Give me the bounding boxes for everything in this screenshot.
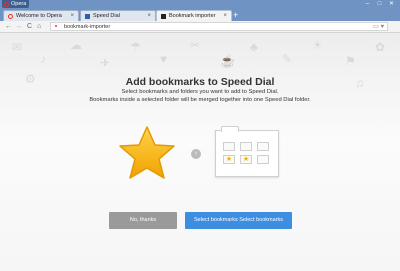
- new-tab-button[interactable]: +: [233, 11, 238, 20]
- heart-icon[interactable]: ♥: [380, 24, 384, 30]
- forward-icon[interactable]: →: [15, 22, 22, 32]
- tab-strip: Welcome to Opera × Speed Dial × Bookmark…: [0, 9, 400, 21]
- decor-icon: ♣: [250, 40, 258, 54]
- arrow-right-icon: ›: [191, 149, 201, 159]
- minimize-icon[interactable]: –: [363, 1, 372, 7]
- opera-page-icon: [55, 24, 57, 27]
- decor-icon: ♪: [40, 52, 46, 66]
- tab-label: Bookmark importer: [169, 13, 216, 19]
- star-icon: ★: [223, 155, 235, 164]
- title-bar: Opera – □ ✕: [0, 0, 400, 9]
- speed-dial-cell: [257, 155, 269, 164]
- close-icon[interactable]: ×: [70, 13, 74, 19]
- select-bookmarks-button[interactable]: Select bookmarks Select bookmarks: [185, 212, 292, 229]
- speed-dial-cell: [223, 142, 235, 151]
- tab-bookmark-importer[interactable]: Bookmark importer ×: [156, 10, 232, 21]
- opera-icon: [8, 13, 13, 19]
- decor-icon: ✈: [100, 56, 111, 70]
- close-window-icon[interactable]: ✕: [387, 1, 396, 7]
- decor-icon: ☕: [220, 54, 235, 68]
- maximize-icon[interactable]: □: [375, 1, 384, 7]
- page-subtitle-detail: Bookmarks inside a selected folder will …: [89, 97, 311, 103]
- bookmark-star-icon: [119, 126, 175, 179]
- page-subtitle: Select bookmarks and folders you want to…: [121, 89, 279, 95]
- decor-icon: ☂: [130, 40, 141, 54]
- opera-menu-label: Opera: [11, 1, 27, 7]
- decor-icon: ✿: [375, 40, 386, 54]
- speed-dial-cell: [240, 142, 252, 151]
- decor-icon: ☀: [312, 38, 323, 52]
- decor-icon: ✂: [190, 38, 201, 52]
- no-thanks-button[interactable]: No, thanks: [109, 212, 177, 229]
- close-icon[interactable]: ×: [223, 13, 227, 19]
- browser-window: Opera – □ ✕ Welcome to Opera × Speed Dia…: [0, 0, 400, 271]
- bookmark-importer-icon: [161, 13, 166, 19]
- address-bar-tools: ▭ ♥: [373, 23, 384, 31]
- opera-menu-button[interactable]: Opera: [2, 0, 30, 8]
- star-icon: ★: [240, 155, 252, 164]
- window-controls: – □ ✕: [363, 1, 396, 7]
- speed-dial-cell: [257, 142, 269, 151]
- home-icon[interactable]: ⌂: [37, 22, 41, 32]
- reload-icon[interactable]: C: [27, 22, 32, 32]
- page-content: ✉ ♪ ☁ ✈ ☂ ♥ ✂ ☕ ♣ ✎ ☀ ⚑ ✿ ⚙ ♫ Add bookma…: [0, 33, 400, 271]
- speed-dial-icon: [85, 13, 90, 19]
- tab-welcome[interactable]: Welcome to Opera ×: [3, 10, 79, 21]
- tab-label: Speed Dial: [93, 13, 120, 19]
- tab-speed-dial[interactable]: Speed Dial ×: [80, 10, 156, 21]
- navigation-toolbar: ← → C ⌂ bookmark-importer ▭ ♥: [0, 21, 400, 33]
- url-text[interactable]: bookmark-importer: [64, 23, 110, 31]
- tab-label: Welcome to Opera: [16, 13, 62, 19]
- address-bar[interactable]: bookmark-importer ▭ ♥: [50, 22, 388, 31]
- page-title: Add bookmarks to Speed Dial: [125, 76, 275, 88]
- speed-dial-preview: ★ ★: [215, 126, 279, 177]
- back-icon[interactable]: ←: [5, 22, 12, 32]
- opera-logo-icon: [4, 1, 9, 7]
- decor-icon: ♥: [160, 52, 168, 66]
- speed-dial-add-icon[interactable]: ▭: [373, 24, 379, 30]
- decor-icon: ✉: [12, 40, 23, 54]
- close-icon[interactable]: ×: [147, 13, 151, 19]
- decor-icon: ✎: [282, 52, 293, 66]
- decor-icon: ⚑: [345, 54, 356, 68]
- decor-icon: ☁: [70, 38, 82, 52]
- speed-dial-preview-tab: [221, 126, 239, 132]
